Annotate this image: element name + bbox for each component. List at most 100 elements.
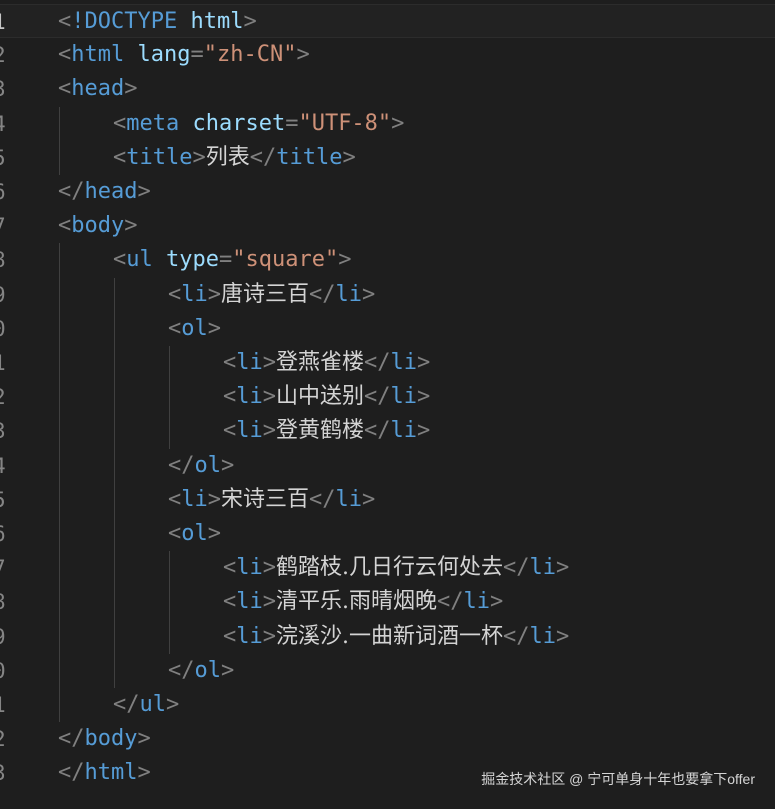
token-tag: ol: [194, 452, 222, 478]
token-tag: li: [236, 384, 263, 410]
token-tag: ol: [181, 521, 208, 546]
token-punc: >: [262, 384, 276, 410]
token-punc: >: [556, 555, 570, 581]
token-punc: >: [207, 315, 221, 341]
token-punc: >: [262, 350, 276, 375]
code-line[interactable]: 2<li>山中送别</li>: [0, 380, 775, 414]
token-tag: html: [84, 760, 138, 786]
code-line[interactable]: 1 <!DOCTYPE html>: [0, 4, 775, 38]
token-punc: </: [58, 179, 85, 204]
code-content: <li>唐诗三百</li>: [168, 278, 375, 312]
code-line[interactable]: 2 <html lang="zh-CN">: [0, 38, 775, 72]
token-punc: </: [364, 350, 391, 375]
token-tag: title: [126, 144, 193, 170]
token-attr: charset: [192, 110, 286, 136]
code-content: <li>鹤踏枝.几日行云何处去</li>: [223, 551, 569, 585]
line-number: 2: [0, 722, 11, 756]
token-punc: >: [490, 589, 504, 615]
code-line[interactable]: 1<li>登燕雀楼</li>: [0, 346, 775, 380]
token-text: 列表: [205, 144, 250, 170]
token-punc: >: [221, 657, 235, 683]
line-number: 4: [0, 107, 11, 141]
code-line[interactable]: 7<li>鹤踏枝.几日行云何处去</li>: [0, 551, 775, 585]
indent-guide: [169, 346, 170, 449]
code-line[interactable]: 6 <ol>: [0, 517, 775, 551]
line-number: 3: [0, 72, 11, 106]
code-content: <!DOCTYPE html>: [58, 5, 257, 39]
code-line[interactable]: 1 </ul>: [0, 688, 775, 722]
token-text: 登燕雀楼: [276, 350, 365, 375]
code-line[interactable]: 9<li>浣溪沙.一曲新词酒一杯</li>: [0, 620, 775, 654]
token-tag: !DOCTYPE: [71, 9, 178, 34]
line-number: 6: [0, 517, 11, 551]
code-line[interactable]: 5<title>列表</title>: [0, 141, 775, 175]
token-punc: </: [309, 281, 336, 307]
token-punc: [179, 111, 192, 136]
token-punc: <: [58, 9, 72, 34]
line-number: 5: [0, 483, 11, 517]
token-punc: </: [168, 452, 195, 478]
token-punc: [177, 9, 190, 34]
code-line[interactable]: 5 <li>宋诗三百</li>: [0, 483, 775, 517]
token-text: 鹤踏枝.几日行云何处去: [276, 555, 503, 581]
code-content: </head>: [58, 175, 151, 209]
code-line[interactable]: 4 </ol>: [0, 449, 775, 483]
token-punc: <: [58, 213, 72, 239]
token-punc: >: [342, 144, 356, 170]
token-punc: </: [309, 486, 336, 512]
token-punc: =: [285, 110, 299, 136]
token-tag: li: [529, 623, 557, 649]
token-tag: body: [71, 213, 125, 239]
token-tag: li: [463, 589, 491, 615]
line-number: 0: [0, 312, 11, 346]
indent-guide: [59, 243, 60, 723]
line-number: 3: [0, 414, 11, 448]
token-punc: <: [168, 315, 182, 341]
token-punc: >: [243, 9, 257, 34]
token-punc: >: [192, 144, 206, 170]
line-number: 9: [0, 278, 11, 312]
indent-guide: [169, 551, 170, 654]
code-content: <li>山中送别</li>: [223, 380, 430, 414]
token-punc: </: [58, 726, 85, 752]
code-content: <meta charset="UTF-8">: [113, 107, 404, 141]
code-line[interactable]: 6 </head>: [0, 175, 775, 209]
code-content: <ol>: [168, 517, 221, 551]
token-punc: >: [124, 213, 138, 239]
token-punc: <: [113, 247, 127, 273]
code-line[interactable]: 8<li>清平乐.雨晴烟晚</li>: [0, 585, 775, 619]
line-number: 1: [0, 346, 11, 380]
code-content: <body>: [58, 209, 137, 243]
token-punc: <: [168, 281, 182, 307]
token-punc: >: [137, 179, 151, 204]
token-punc: >: [207, 486, 221, 512]
line-number: 7: [0, 551, 11, 585]
code-line[interactable]: 7 <body>: [0, 209, 775, 243]
token-punc: =: [218, 247, 233, 273]
token-punc: >: [166, 692, 180, 717]
code-line[interactable]: 3<li>登黄鹤楼</li>: [0, 414, 775, 448]
code-line[interactable]: 8 <ul type="square">: [0, 243, 775, 277]
token-punc: <: [223, 384, 237, 410]
code-content: <li>宋诗三百</li>: [168, 483, 375, 517]
token-punc: >: [417, 350, 431, 375]
code-line[interactable]: 0 <ol>: [0, 312, 775, 346]
token-attr: lang: [137, 42, 191, 68]
token-tag: li: [236, 623, 263, 649]
code-line[interactable]: 4 <meta charset="UTF-8">: [0, 107, 775, 141]
line-number: 2: [0, 38, 11, 72]
token-punc: >: [391, 110, 405, 136]
line-number: 5: [0, 141, 11, 175]
token-tag: li: [181, 281, 208, 307]
code-line[interactable]: 0 </ol>: [0, 654, 775, 688]
token-text: 浣溪沙.一曲新词酒一杯: [276, 623, 503, 649]
code-editor[interactable]: 1<!DOCTYPE html>2<html lang="zh-CN">3<he…: [0, 0, 775, 809]
code-line[interactable]: 3 <head>: [0, 72, 775, 106]
token-punc: >: [296, 42, 310, 68]
token-punc: </: [364, 418, 391, 444]
line-number: 7: [0, 209, 11, 243]
code-line[interactable]: 9<li>唐诗三百</li>: [0, 278, 775, 312]
token-tag: li: [529, 555, 557, 581]
code-line[interactable]: 2 </body>: [0, 722, 775, 756]
code-content: </body>: [58, 722, 151, 756]
